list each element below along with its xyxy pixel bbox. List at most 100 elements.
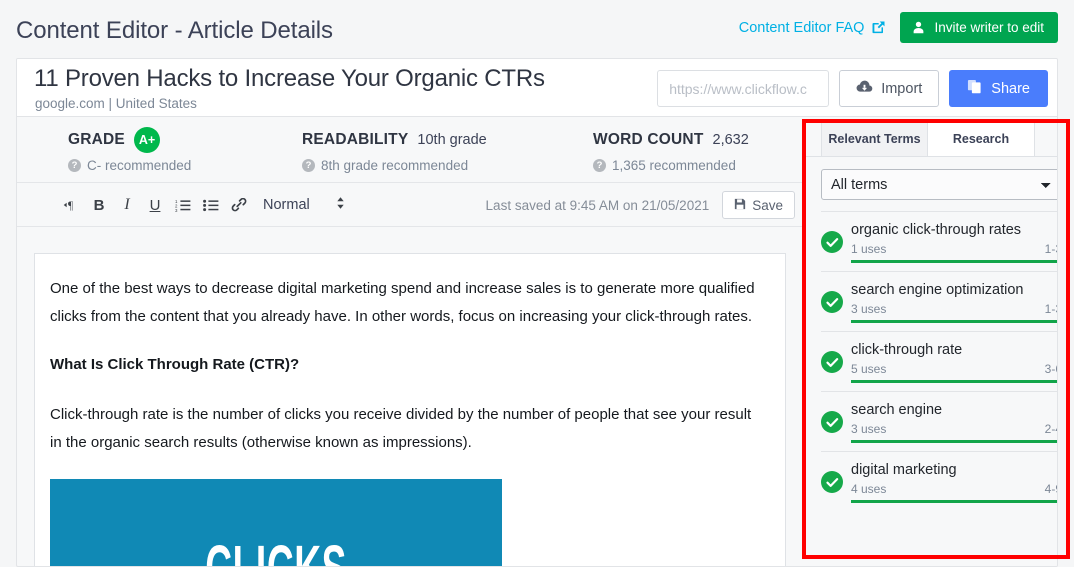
term-progress-track xyxy=(851,320,1057,323)
floppy-disk-icon xyxy=(734,198,746,213)
help-icon[interactable]: ? xyxy=(68,159,81,172)
term-row[interactable]: search engine optimization 3 uses 1-3 xyxy=(821,271,1057,331)
stat-grade: GRADE A+ ? C- recommended xyxy=(68,126,191,173)
app-root: Content Editor - Article Details Content… xyxy=(0,0,1074,567)
term-row[interactable]: organic click-through rates 1 uses 1-3 xyxy=(821,211,1057,271)
panel-tabs: Relevant Terms Research xyxy=(803,121,1057,157)
term-body: digital marketing 4 uses 4-9 xyxy=(851,460,1057,503)
term-row[interactable]: click-through rate 5 uses 3-6 xyxy=(821,331,1057,391)
term-progress-track xyxy=(851,500,1057,503)
share-button[interactable]: Share xyxy=(949,70,1048,107)
page-title: Content Editor - Article Details xyxy=(16,17,333,44)
term-body: search engine optimization 3 uses 1-3 xyxy=(851,280,1057,323)
term-row[interactable]: digital marketing 4 uses 4-9 xyxy=(821,451,1057,511)
external-link-icon xyxy=(871,20,886,35)
term-name: organic click-through rates xyxy=(851,222,1022,238)
term-range: 4-9 xyxy=(1044,482,1057,496)
save-button[interactable]: Save xyxy=(722,191,795,219)
stat-word-count-value: 2,632 xyxy=(712,132,749,148)
term-uses: 3 uses xyxy=(851,422,887,436)
term-uses: 4 uses xyxy=(851,482,887,496)
document-paragraph: One of the best ways to decrease digital… xyxy=(50,280,755,325)
term-name: search engine optimization xyxy=(851,282,1024,298)
term-range: 1-3 xyxy=(1044,242,1057,256)
faq-link-label: Content Editor FAQ xyxy=(738,19,865,36)
ordered-list-icon[interactable]: 1 2 3 xyxy=(169,191,197,219)
term-range: 1-3 xyxy=(1044,302,1057,316)
term-progress-track xyxy=(851,440,1057,443)
help-icon[interactable]: ? xyxy=(302,159,315,172)
stat-readability: READABILITY 10th grade ? 8th grade recom… xyxy=(302,129,487,173)
stat-readability-recommendation: 8th grade recommended xyxy=(321,158,469,173)
check-circle-icon xyxy=(821,471,843,493)
top-bar: Content Editor - Article Details Content… xyxy=(0,0,1074,56)
bold-button[interactable]: B xyxy=(85,191,113,219)
stat-word-count-label: WORD COUNT xyxy=(593,131,704,148)
url-input[interactable] xyxy=(657,70,830,107)
check-circle-icon xyxy=(821,231,843,253)
terms-filter-wrap: All terms xyxy=(803,157,1057,211)
top-bar-actions: Content Editor FAQ Invite writer to edit xyxy=(739,12,1058,43)
term-progress-fill xyxy=(851,320,1057,323)
stat-readability-value: 10th grade xyxy=(417,132,487,148)
document-editor[interactable]: One of the best ways to decrease digital… xyxy=(34,253,786,566)
term-uses: 3 uses xyxy=(851,302,887,316)
person-icon xyxy=(912,21,925,34)
term-uses: 1 uses xyxy=(851,242,887,256)
term-meta: 3 uses 2-4 xyxy=(851,422,1057,436)
document-image: CLICKS xyxy=(50,479,502,566)
stat-word-count-top: WORD COUNT 2,632 xyxy=(593,129,749,151)
stat-word-count-recommendation: 1,365 recommended xyxy=(612,158,736,173)
content-editor-faq-link[interactable]: Content Editor FAQ xyxy=(739,20,887,36)
tab-research[interactable]: Research xyxy=(928,121,1035,156)
article-header: 11 Proven Hacks to Increase Your Organic… xyxy=(17,59,1057,117)
term-progress-fill xyxy=(851,440,1057,443)
term-progress-track xyxy=(851,260,1057,263)
text-style-dropdown[interactable]: Normal xyxy=(263,196,345,215)
document-content: One of the best ways to decrease digital… xyxy=(35,254,785,566)
text-style-label: Normal xyxy=(263,197,310,213)
svg-text:¶: ¶ xyxy=(68,200,73,212)
link-icon[interactable] xyxy=(225,191,253,219)
svg-text:3: 3 xyxy=(175,208,178,212)
stat-grade-top: GRADE A+ xyxy=(68,126,191,153)
stat-word-count-bottom: ? 1,365 recommended xyxy=(593,158,749,173)
term-meta: 5 uses 3-6 xyxy=(851,362,1057,376)
term-body: click-through rate 5 uses 3-6 xyxy=(851,340,1057,383)
stat-word-count: WORD COUNT 2,632 ? 1,365 recommended xyxy=(593,129,749,173)
editor-toolbar-right: Last saved at 9:45 AM on 21/05/2021 Save xyxy=(486,183,795,227)
import-button[interactable]: Import xyxy=(839,70,940,107)
term-meta: 4 uses 4-9 xyxy=(851,482,1057,496)
stat-grade-label: GRADE xyxy=(68,131,125,148)
tab-relevant-terms[interactable]: Relevant Terms xyxy=(821,121,928,156)
term-progress-track xyxy=(851,380,1057,383)
last-saved-text: Last saved at 9:45 AM on 21/05/2021 xyxy=(485,197,710,213)
import-label: Import xyxy=(881,80,923,97)
terms-list: organic click-through rates 1 uses 1-3 xyxy=(803,211,1057,511)
term-body: organic click-through rates 1 uses 1-3 xyxy=(851,220,1057,263)
invite-writer-button[interactable]: Invite writer to edit xyxy=(900,12,1058,43)
grade-badge: A+ xyxy=(133,126,160,153)
term-range: 2-4 xyxy=(1044,422,1057,436)
save-label: Save xyxy=(752,197,783,213)
term-name: click-through rate xyxy=(851,342,963,358)
relevant-terms-panel: Relevant Terms Research All terms organi… xyxy=(803,121,1057,566)
share-label: Share xyxy=(991,80,1030,97)
document-image-text: CLICKS xyxy=(205,536,347,566)
italic-button[interactable]: I xyxy=(113,191,141,219)
help-icon[interactable]: ? xyxy=(593,159,606,172)
article-card: 11 Proven Hacks to Increase Your Organic… xyxy=(16,58,1058,567)
term-row[interactable]: search engine 3 uses 2-4 xyxy=(821,391,1057,451)
copy-icon xyxy=(967,79,982,98)
bullet-list-icon[interactable] xyxy=(197,191,225,219)
stat-readability-top: READABILITY 10th grade xyxy=(302,129,487,151)
terms-filter-select[interactable]: All terms xyxy=(821,169,1057,200)
article-subtitle: google.com | United States xyxy=(35,96,197,111)
underline-button[interactable]: U xyxy=(141,191,169,219)
document-heading: What Is Click Through Rate (CTR)? xyxy=(50,356,300,373)
article-header-actions: Import Share xyxy=(657,70,1048,107)
up-down-chevron-icon xyxy=(336,196,345,215)
paragraph-direction-icon[interactable]: ¶ xyxy=(57,191,85,219)
check-circle-icon xyxy=(821,411,843,433)
invite-writer-label: Invite writer to edit xyxy=(934,20,1044,35)
